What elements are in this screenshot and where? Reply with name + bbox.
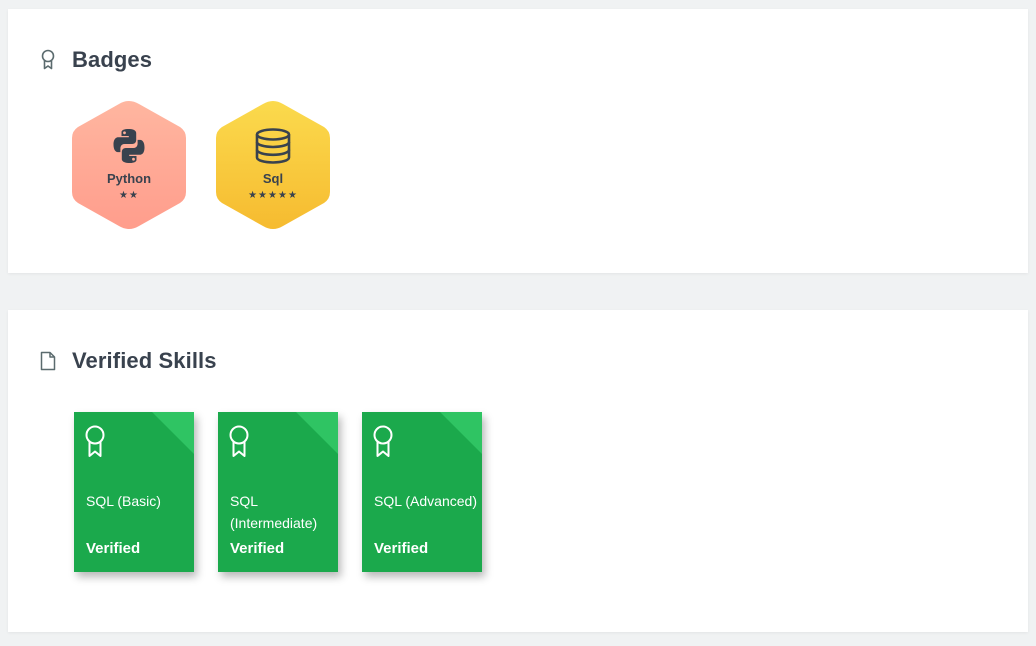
- badge-name: Sql: [262, 171, 284, 186]
- badges-header: Badges: [38, 47, 152, 73]
- ribbon-icon: [372, 425, 394, 459]
- skill-name: SQL (Basic): [86, 493, 161, 509]
- skill-certificate-basic[interactable]: SQL (Basic) Verified: [74, 412, 194, 572]
- ribbon-icon: [38, 48, 58, 72]
- folded-corner: [296, 412, 338, 454]
- document-icon: [38, 349, 58, 373]
- skill-status: Verified: [374, 540, 429, 557]
- skill-status: Verified: [230, 540, 285, 557]
- badge-stars: ★★: [119, 190, 139, 201]
- verified-skills-header: Verified Skills: [38, 348, 217, 374]
- skill-name: SQL (Intermediate): [230, 493, 318, 531]
- ribbon-icon: [84, 425, 106, 459]
- ribbon-icon: [228, 425, 250, 459]
- python-icon: [109, 126, 149, 166]
- badge-python[interactable]: Python ★★: [68, 98, 190, 232]
- folded-corner: [440, 412, 482, 454]
- badges-title: Badges: [72, 47, 153, 72]
- skill-status: Verified: [86, 540, 141, 557]
- badges-card: Badges Python ★★ Sql ★★★★★: [8, 9, 1028, 273]
- folded-corner: [152, 412, 194, 454]
- skill-certificate-intermediate[interactable]: SQL (Intermediate) Verified: [218, 412, 338, 572]
- skill-certificate-advanced[interactable]: SQL (Advanced) Verified: [362, 412, 482, 572]
- badge-stars: ★★★★★: [248, 190, 298, 201]
- skill-name: SQL (Advanced): [374, 493, 477, 509]
- badge-name: Python: [106, 171, 152, 186]
- verified-skills-card: Verified Skills SQL (Basic) Verified SQL…: [8, 310, 1028, 632]
- verified-skills-title: Verified Skills: [72, 348, 217, 373]
- database-icon: [253, 126, 293, 166]
- badge-sql[interactable]: Sql ★★★★★: [212, 98, 334, 232]
